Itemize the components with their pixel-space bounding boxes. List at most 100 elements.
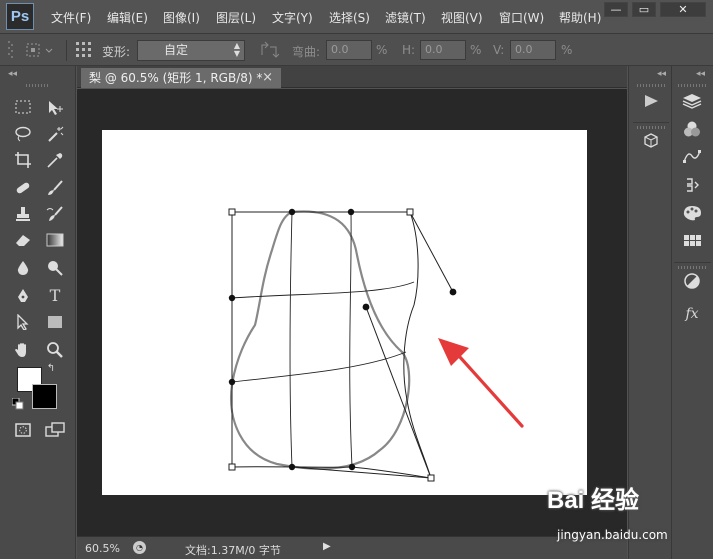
healing-brush-icon[interactable] [12,178,34,198]
warp-control-point [288,208,296,216]
reference-point-icon[interactable] [75,41,93,63]
warp-control-point [288,463,296,471]
v-percent: % [561,43,573,57]
menu-file[interactable]: 文件(F) [51,9,91,26]
layer-styles-fx-icon[interactable]: fx [677,302,707,326]
separator [66,40,67,61]
watermark-url: jingyan.baidu.com [557,528,668,542]
actions-play-icon[interactable] [636,92,666,116]
warp-style-value: 自定 [164,43,189,57]
dodge-icon[interactable] [44,258,66,278]
watermark-logo-text: Bai 经验 [547,487,640,514]
baidu-jingyan-watermark: Bai 经验 jingyan.baidu.com [545,478,713,556]
pen-icon[interactable] [12,286,34,306]
default-colors-icon[interactable] [11,396,25,410]
marquee-icon[interactable] [12,98,34,118]
grid-row-1 [231,281,415,299]
select-arrows-icon: ▲ ▼ [233,41,240,58]
menu-select[interactable]: 选择(S) [329,9,370,26]
panel-grip [26,84,50,87]
eyedropper-icon[interactable] [44,150,66,170]
warp-control-point [449,288,457,296]
menu-image[interactable]: 图像(I) [163,9,200,26]
path-selection-icon[interactable] [12,312,34,332]
hand-icon[interactable] [12,340,34,360]
options-bar: 变形: 自定 ▲ ▼ 弯曲: 0.0 % H: 0.0 % V: 0.0 % [0,33,713,66]
warp-corner-handle [228,208,236,216]
menu-layer[interactable]: 图层(L) [216,9,256,26]
document-canvas[interactable] [102,130,587,495]
document-title: 梨 @ 60.5% (矩形 1, RGB/8) * [89,71,263,85]
zoom-level[interactable]: 60.5% [85,542,120,555]
bend-percent: % [376,43,388,57]
menu-window[interactable]: 窗口(W) [499,9,544,26]
panel-grip [637,84,665,87]
brush-icon[interactable] [44,178,66,198]
magic-wand-icon[interactable] [44,124,66,144]
restore-button[interactable]: ▭ [632,2,656,17]
minimize-button[interactable]: — [604,2,628,17]
paths-icon[interactable] [677,148,707,172]
menu-bar: Ps 文件(F) 编辑(E) 图像(I) 图层(L) 文字(Y) 选择(S) 滤… [0,0,713,33]
status-info-icon[interactable]: ◔ [133,541,146,554]
history-icon[interactable] [677,176,707,200]
menu-edit[interactable]: 编辑(E) [107,9,148,26]
panel-grip [678,266,706,269]
warp-control-point [228,378,236,386]
channels-icon[interactable] [677,120,707,144]
separator [633,122,669,123]
grid-col-1 [289,211,293,468]
warp-control-point [348,463,356,471]
type-icon[interactable]: T [44,286,66,306]
expand-arrows-icon[interactable]: ◂◂ [696,69,705,79]
eraser-icon[interactable] [12,230,34,250]
close-button[interactable]: ✕ [660,2,706,17]
close-document-icon[interactable]: × [262,68,273,88]
quick-mask-icon[interactable] [12,420,34,440]
zoom-icon[interactable] [44,340,66,360]
grid-row-2 [231,351,407,383]
panel-grip [637,126,665,129]
lasso-icon[interactable] [12,124,34,144]
adjustments-icon[interactable] [677,272,707,296]
status-menu-arrow-icon[interactable]: ▶ [323,541,331,552]
h-input[interactable]: 0.0 [420,40,466,60]
background-color-swatch[interactable] [32,384,57,409]
document-tab-strip: 梨 @ 60.5% (矩形 1, RGB/8) * × [77,66,627,88]
document-info: 文档:1.37M/0 字节 [185,544,281,557]
layers-icon[interactable] [677,92,707,116]
bend-input[interactable]: 0.0 [326,40,372,60]
warp-mesh-illustration [228,208,524,482]
gradient-icon[interactable] [44,230,66,250]
menu-help[interactable]: 帮助(H) [559,9,601,26]
collapse-arrows-icon[interactable]: ◂◂ [657,69,666,79]
warp-box-right [403,211,432,479]
menu-type[interactable]: 文字(Y) [272,9,313,26]
3d-panel-icon[interactable] [636,132,666,156]
transform-tool-preset-icon[interactable] [24,41,54,63]
warp-label: 变形: [102,45,131,59]
menu-filter[interactable]: 滤镜(T) [385,9,426,26]
warp-style-select[interactable]: 自定 ▲ ▼ [137,40,245,61]
photoshop-logo: Ps [6,3,34,30]
clone-stamp-icon[interactable] [12,204,34,224]
v-input[interactable]: 0.0 [510,40,556,60]
swap-colors-icon[interactable]: ↰ [44,362,58,376]
collapse-arrows-icon[interactable]: ◂◂ [8,69,17,79]
crop-icon[interactable] [12,150,34,170]
document-tab[interactable]: 梨 @ 60.5% (矩形 1, RGB/8) * × [81,68,281,88]
options-grip-icon [8,41,14,63]
rectangle-icon[interactable] [44,312,66,332]
move-icon[interactable] [44,98,66,118]
warp-orientation-icon[interactable] [259,41,280,63]
swatches-palette-icon[interactable] [677,204,707,228]
warp-control-point [362,303,370,311]
blur-icon[interactable] [12,258,34,278]
history-brush-icon[interactable] [44,204,66,224]
menu-view[interactable]: 视图(V) [441,9,483,26]
warp-corner-handle [406,208,414,216]
styles-grid-icon[interactable] [677,232,707,256]
tools-panel: ◂◂ T ↰ [0,66,76,559]
panel-grip [678,84,706,87]
screen-mode-icon[interactable] [44,420,66,440]
